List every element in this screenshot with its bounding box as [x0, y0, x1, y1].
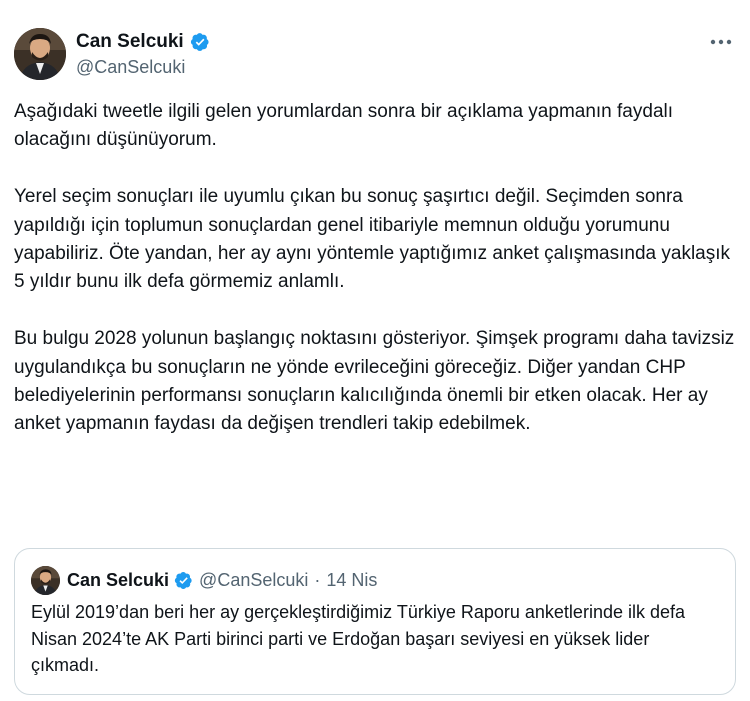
verified-badge-icon	[190, 33, 209, 51]
verified-badge-icon	[174, 571, 192, 589]
author-avatar[interactable]	[14, 28, 66, 80]
tweet: Can Selcuki @CanSelcuki Aşağıdaki tweetl…	[0, 0, 750, 701]
more-options-icon[interactable]	[706, 30, 736, 54]
tweet-paragraph-2: Yerel seçim sonuçları ile uyumlu çıkan b…	[14, 186, 731, 293]
author-name-row: Can Selcuki	[76, 30, 210, 54]
tweet-paragraph-1: Aşağıdaki tweetle ilgili gelen yorumlard…	[14, 101, 674, 151]
tweet-text: Aşağıdaki tweetle ilgili gelen yorumlard…	[14, 98, 736, 439]
quoted-author-avatar	[31, 566, 60, 595]
quoted-author-handle: @CanSelcuki	[199, 569, 309, 590]
author-name[interactable]: Can Selcuki	[76, 31, 184, 53]
quoted-tweet[interactable]: Can Selcuki @CanSelcuki · 14 Nis Eylül 2…	[14, 548, 736, 695]
author-block: Can Selcuki @CanSelcuki	[76, 30, 210, 78]
quoted-date[interactable]: 14 Nis	[326, 570, 377, 591]
author-handle[interactable]: @CanSelcuki	[76, 57, 210, 78]
separator-dot: ·	[314, 569, 321, 590]
quoted-header: Can Selcuki @CanSelcuki · 14 Nis	[67, 568, 377, 592]
quoted-text: Eylül 2019’dan beri her ay gerçekleştird…	[31, 602, 686, 675]
quoted-author-name: Can Selcuki	[67, 569, 170, 590]
tweet-paragraph-3: Bu bulgu 2028 yolunun başlangıç noktasın…	[14, 328, 735, 435]
